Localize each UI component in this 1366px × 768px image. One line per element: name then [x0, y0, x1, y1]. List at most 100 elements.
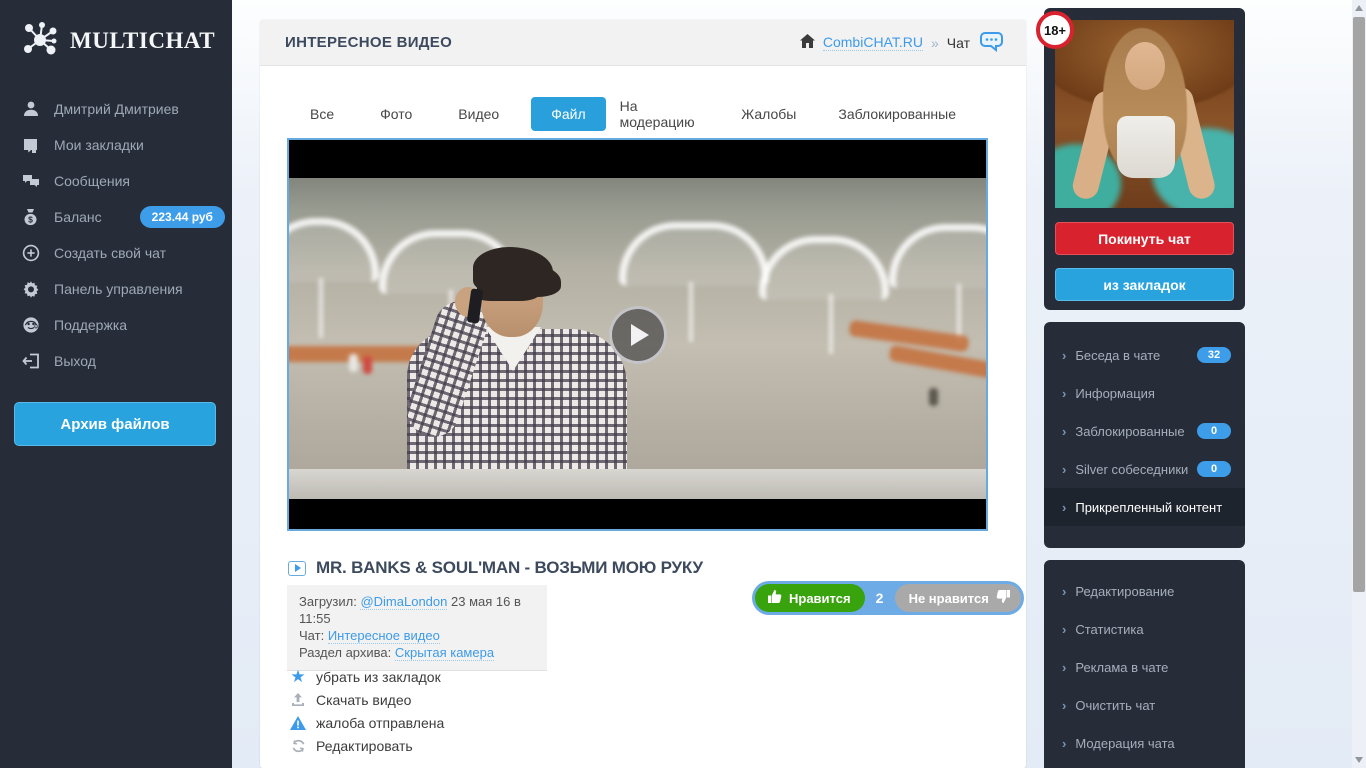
tab-video[interactable]: Видео	[444, 98, 513, 130]
home-icon[interactable]	[799, 34, 815, 51]
menu-item-information[interactable]: › Информация	[1044, 374, 1245, 412]
age-18-badge: 18+	[1036, 11, 1074, 49]
chat-link[interactable]: Интересное видео	[327, 628, 440, 644]
count-badge: 32	[1197, 347, 1231, 363]
breadcrumb: CombiCHAT.RU » Чат	[799, 30, 1004, 55]
sidebar-item-label: Мои закладки	[54, 137, 144, 153]
menu-item-editing[interactable]: › Редактирование	[1044, 572, 1245, 610]
svg-text:$: $	[28, 215, 33, 225]
sidebar-item-bookmarks[interactable]: Мои закладки	[0, 127, 232, 163]
leave-chat-button[interactable]: Покинуть чат	[1055, 222, 1234, 255]
scrollbar-up-icon[interactable]	[1352, 0, 1366, 16]
chat-admin-panel: › Редактирование › Статистика › Реклама …	[1044, 560, 1245, 768]
sidebar-item-label: Поддержка	[54, 317, 128, 333]
menu-item-chat-ads[interactable]: › Реклама в чате	[1044, 648, 1245, 686]
warning-icon	[289, 715, 307, 730]
menu-item-clear-chat[interactable]: › Очистить чат	[1044, 686, 1245, 724]
money-bag-icon: $	[22, 208, 54, 226]
chevron-right-icon: ›	[1062, 499, 1067, 515]
tab-group-right: На модерацию Жалобы Заблокированные	[606, 90, 970, 138]
chat-bubbles-icon[interactable]	[978, 30, 1004, 55]
chat-promo-panel: 18+ Покинуть чат из закладок	[1036, 8, 1245, 310]
plus-circle-icon	[22, 244, 54, 262]
action-download-video[interactable]: Скачать видео	[289, 688, 444, 711]
action-edit[interactable]: Редактировать	[289, 734, 444, 757]
menu-item-pinned-content[interactable]: › Прикрепленный контент	[1044, 488, 1245, 526]
sidebar-item-messages[interactable]: Сообщения	[0, 163, 232, 199]
count-badge: 0	[1197, 423, 1231, 439]
tab-file[interactable]: Файл	[531, 97, 606, 131]
logout-icon	[22, 353, 54, 369]
sidebar-item-label: Баланс	[54, 209, 102, 225]
archive-section-link[interactable]: Скрытая камера	[394, 645, 495, 661]
scrollbar-thumb[interactable]	[1353, 17, 1365, 592]
molecule-logo-icon	[20, 18, 60, 63]
play-button[interactable]	[608, 305, 667, 364]
breadcrumb-separator: »	[930, 34, 939, 51]
tab-moderation[interactable]: На модерацию	[606, 90, 714, 138]
sidebar-item-label: Создать свой чат	[54, 245, 167, 261]
breadcrumb-site-link[interactable]: CombiCHAT.RU	[822, 34, 923, 51]
menu-item-statistics[interactable]: › Статистика	[1044, 610, 1245, 648]
user-icon	[22, 100, 54, 118]
chevron-right-icon: ›	[1062, 583, 1067, 599]
content-header: ИНТЕРЕСНОЕ ВИДЕО CombiCHAT.RU » Чат	[260, 20, 1026, 66]
star-icon: ★	[290, 667, 306, 686]
archive-files-button[interactable]: Архив файлов	[14, 402, 216, 446]
edit-icon	[289, 739, 307, 753]
menu-item-chat-moderation[interactable]: › Модерация чата	[1044, 724, 1245, 762]
main-content-card: ИНТЕРЕСНОЕ ВИДЕО CombiCHAT.RU » Чат Все …	[260, 20, 1026, 768]
from-bookmarks-button[interactable]: из закладок	[1055, 268, 1234, 301]
tab-group-left: Все Фото Видео Файл	[296, 97, 606, 131]
tab-blocked[interactable]: Заблокированные	[824, 98, 970, 130]
tab-complaints[interactable]: Жалобы	[727, 98, 810, 130]
video-info-box: Загрузил: @DimaLondon 23 мая 16 в 11:55 …	[287, 585, 547, 671]
sidebar-item-label: Панель управления	[54, 281, 183, 297]
video-player[interactable]	[287, 138, 988, 531]
chat-menu-panel: › Беседа в чате 32 › Информация › Заблок…	[1044, 322, 1245, 548]
action-remove-bookmark[interactable]: ★ убрать из закладок	[289, 665, 444, 688]
uploader-link[interactable]: @DimaLondon	[360, 594, 448, 610]
brand-name: MULTICHAT	[70, 27, 216, 53]
info-uploader-line: Загрузил: @DimaLondon 23 мая 16 в 11:55	[299, 594, 521, 626]
left-sidebar: MULTICHAT Дмитрий Дмитриев Мои закладки …	[0, 0, 232, 768]
thumb-up-icon	[767, 589, 782, 607]
menu-item-conversation[interactable]: › Беседа в чате 32	[1044, 336, 1245, 374]
promo-photo[interactable]	[1055, 20, 1234, 208]
tab-photo[interactable]: Фото	[366, 98, 426, 130]
like-count: 2	[875, 590, 884, 606]
thumb-down-icon	[996, 589, 1011, 607]
chevron-right-icon: ›	[1062, 423, 1067, 439]
download-icon	[289, 692, 307, 707]
sidebar-item-balance[interactable]: $ Баланс 223.44 руб	[0, 199, 232, 235]
sidebar-item-create-chat[interactable]: Создать свой чат	[0, 235, 232, 271]
chevron-right-icon: ›	[1062, 385, 1067, 401]
sidebar-item-logout[interactable]: Выход	[0, 343, 232, 379]
messages-icon	[22, 173, 54, 189]
sidebar-item-support[interactable]: Поддержка	[0, 307, 232, 343]
info-section-line: Раздел архива: Скрытая камера	[299, 645, 495, 661]
brand-logo[interactable]: MULTICHAT	[0, 0, 232, 63]
like-button[interactable]: Нравится	[755, 584, 865, 612]
page: MULTICHAT Дмитрий Дмитриев Мои закладки …	[0, 0, 1366, 768]
sidebar-item-control-panel[interactable]: Панель управления	[0, 271, 232, 307]
page-scrollbar[interactable]	[1352, 0, 1366, 768]
sidebar-item-label: Выход	[54, 353, 96, 369]
scrollbar-down-icon[interactable]	[1352, 752, 1366, 768]
video-title: MR. BANKS & SOUL'MAN - ВОЗЬМИ МОЮ РУКУ	[316, 558, 703, 577]
menu-item-blocked[interactable]: › Заблокированные 0	[1044, 412, 1245, 450]
sidebar-item-profile[interactable]: Дмитрий Дмитриев	[0, 91, 232, 127]
action-complaint-sent[interactable]: жалоба отправлена	[289, 711, 444, 734]
chevron-right-icon: ›	[1062, 347, 1067, 363]
info-chat-line: Чат: Интересное видео	[299, 628, 440, 644]
video-play-badge-icon	[288, 560, 306, 576]
gear-icon	[22, 280, 54, 298]
tab-bar: Все Фото Видео Файл На модерацию Жалобы …	[260, 66, 1026, 138]
video-title-row: MR. BANKS & SOUL'MAN - ВОЗЬМИ МОЮ РУКУ	[288, 558, 703, 578]
count-badge: 0	[1197, 461, 1231, 477]
dislike-button[interactable]: Не нравится	[894, 584, 1021, 612]
tab-all[interactable]: Все	[296, 98, 348, 130]
sidebar-menu: Дмитрий Дмитриев Мои закладки Сообщения …	[0, 91, 232, 379]
menu-item-silver-members[interactable]: › Silver собеседники 0	[1044, 450, 1245, 488]
chevron-right-icon: ›	[1062, 735, 1067, 751]
